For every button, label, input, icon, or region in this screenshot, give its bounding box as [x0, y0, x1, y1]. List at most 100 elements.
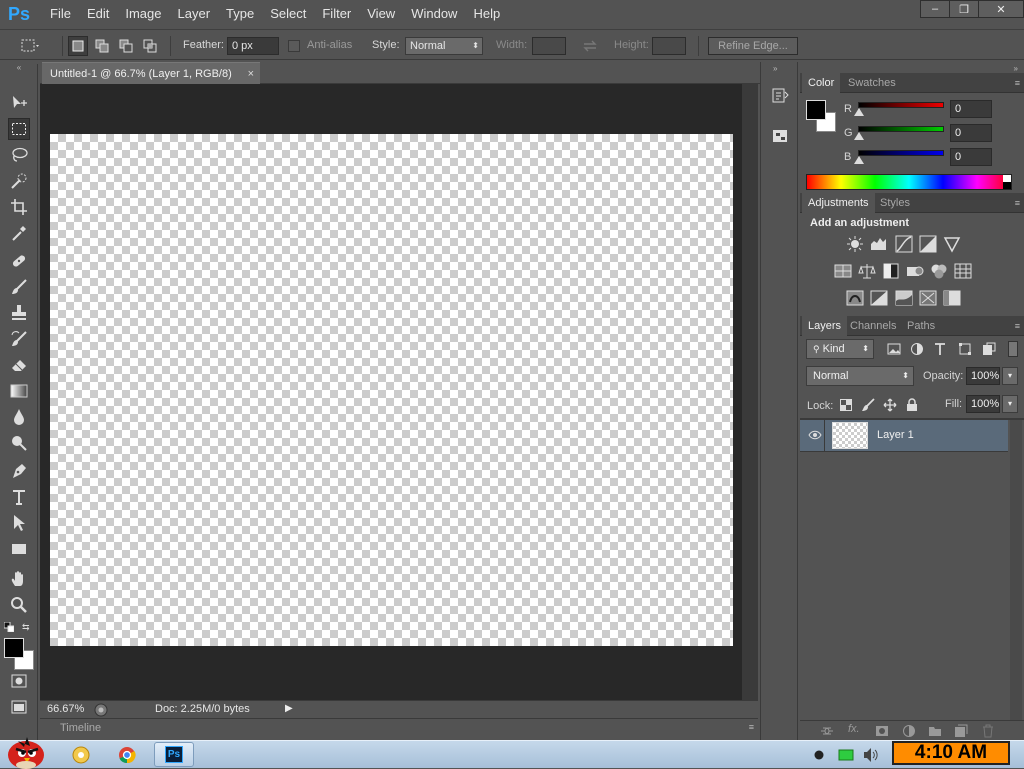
lock-all-button[interactable]: [902, 395, 922, 415]
history-panel-button[interactable]: [770, 86, 790, 106]
start-button-angry-bird-icon[interactable]: [4, 731, 48, 769]
green-value-input[interactable]: 0: [950, 124, 992, 142]
filter-pixel-layers-button[interactable]: [884, 339, 904, 359]
expand-dock-icon[interactable]: »: [773, 64, 777, 73]
red-slider-thumb-icon[interactable]: [854, 108, 864, 116]
blue-slider[interactable]: [858, 150, 944, 156]
collapse-tools-icon[interactable]: «: [0, 64, 38, 72]
new-layer-icon[interactable]: [954, 724, 968, 738]
pen-tool[interactable]: [8, 460, 30, 482]
subtract-from-selection-button[interactable]: [116, 36, 136, 56]
rectangular-marquee-tool[interactable]: [8, 118, 30, 140]
status-info-icon[interactable]: [94, 703, 108, 717]
layer-row[interactable]: Layer 1: [800, 420, 1008, 452]
default-colors-button[interactable]: [4, 622, 14, 632]
restore-button[interactable]: ❐: [949, 0, 979, 18]
layer-filter-select[interactable]: ⚲ Kind ⬍: [806, 339, 874, 359]
rectangle-tool[interactable]: [8, 538, 30, 560]
network-icon[interactable]: [838, 748, 854, 762]
color-spectrum-bar[interactable]: [806, 174, 1012, 190]
swap-width-height-button[interactable]: [580, 36, 600, 56]
blue-value-input[interactable]: 0: [950, 148, 992, 166]
selective-color-button[interactable]: [942, 288, 962, 308]
transparent-canvas[interactable]: [50, 134, 733, 646]
menu-layer[interactable]: Layer: [170, 0, 219, 28]
trash-icon[interactable]: [982, 724, 994, 738]
panel-menu-icon[interactable]: ≡: [1015, 198, 1020, 208]
zoom-tool[interactable]: [8, 594, 30, 616]
document-tab[interactable]: Untitled-1 @ 66.7% (Layer 1, RGB/8) ×: [42, 62, 260, 84]
timeline-label[interactable]: Timeline: [60, 722, 101, 734]
tab-adjustments[interactable]: Adjustments: [802, 193, 875, 213]
new-selection-button[interactable]: [68, 36, 88, 56]
eyedropper-tool[interactable]: [8, 222, 30, 244]
tab-layers[interactable]: Layers: [802, 316, 848, 336]
invert-button[interactable]: [845, 288, 865, 308]
refine-edge-button[interactable]: Refine Edge...: [708, 37, 798, 55]
add-mask-icon[interactable]: [875, 725, 889, 737]
height-input[interactable]: [652, 37, 686, 55]
menu-view[interactable]: View: [359, 0, 403, 28]
opacity-input[interactable]: 100%: [966, 367, 1000, 385]
panel-menu-icon[interactable]: ≡: [749, 722, 754, 732]
minimize-button[interactable]: –: [920, 0, 950, 18]
tab-channels[interactable]: Channels: [844, 316, 902, 336]
type-tool[interactable]: [8, 486, 30, 508]
volume-icon[interactable]: [862, 747, 880, 763]
tab-color[interactable]: Color: [802, 73, 841, 93]
hand-tool[interactable]: [8, 568, 30, 590]
menu-image[interactable]: Image: [117, 0, 169, 28]
lock-image-pixels-button[interactable]: [858, 395, 878, 415]
fill-input[interactable]: 100%: [966, 395, 1000, 413]
eraser-tool[interactable]: [8, 354, 30, 376]
clone-stamp-tool[interactable]: [8, 302, 30, 324]
filter-type-layers-button[interactable]: [930, 339, 950, 359]
opacity-dropdown-arrow-icon[interactable]: ▾: [1002, 367, 1018, 385]
black-white-button[interactable]: [881, 261, 901, 281]
color-panel-foreground-swatch[interactable]: [806, 100, 826, 120]
lock-position-button[interactable]: [880, 395, 900, 415]
exposure-button[interactable]: [918, 234, 938, 254]
vertical-scrollbar[interactable]: [742, 84, 758, 700]
posterize-button[interactable]: [869, 288, 889, 308]
dodge-tool[interactable]: [8, 432, 30, 454]
spot-healing-brush-tool[interactable]: [8, 250, 30, 272]
properties-panel-button[interactable]: [770, 126, 790, 146]
brush-tool[interactable]: [8, 276, 30, 298]
photoshop-logo[interactable]: Ps: [4, 0, 34, 28]
photo-filter-button[interactable]: [905, 261, 925, 281]
move-tool[interactable]: [8, 92, 30, 114]
eye-icon[interactable]: [808, 430, 822, 440]
hue-saturation-button[interactable]: [833, 261, 853, 281]
red-value-input[interactable]: 0: [950, 100, 992, 118]
filter-toggle-switch[interactable]: [1008, 341, 1018, 357]
layers-scrollbar[interactable]: [1010, 420, 1022, 720]
panel-menu-icon[interactable]: ≡: [1015, 321, 1020, 331]
close-window-button[interactable]: ✕: [978, 0, 1024, 18]
new-group-folder-icon[interactable]: [928, 725, 942, 737]
gradient-map-button[interactable]: [918, 288, 938, 308]
filter-shape-layers-button[interactable]: [955, 339, 975, 359]
brightness-contrast-button[interactable]: [845, 234, 865, 254]
quick-mask-button[interactable]: [8, 670, 30, 692]
tray-record-icon[interactable]: [814, 750, 824, 760]
color-balance-button[interactable]: [857, 261, 877, 281]
photoshop-taskbar-button[interactable]: Ps: [154, 742, 194, 767]
intersect-selection-button[interactable]: [140, 36, 160, 56]
history-brush-tool[interactable]: [8, 328, 30, 350]
menu-help[interactable]: Help: [465, 0, 508, 28]
panel-menu-icon[interactable]: ≡: [1015, 78, 1020, 88]
marquee-tool-preset-picker[interactable]: [20, 36, 40, 56]
gradient-tool[interactable]: [8, 380, 30, 402]
antialias-checkbox[interactable]: [286, 36, 302, 56]
tab-styles[interactable]: Styles: [874, 193, 916, 213]
fill-dropdown-arrow-icon[interactable]: ▾: [1002, 395, 1018, 413]
blur-tool[interactable]: [8, 406, 30, 428]
blend-mode-select[interactable]: Normal ⬍: [806, 366, 914, 386]
menu-edit[interactable]: Edit: [79, 0, 117, 28]
swap-colors-icon[interactable]: ⇆: [22, 622, 34, 632]
explorer-folder-icon[interactable]: [72, 746, 90, 764]
menu-type[interactable]: Type: [218, 0, 262, 28]
menu-filter[interactable]: Filter: [314, 0, 359, 28]
lasso-tool[interactable]: [8, 144, 30, 166]
